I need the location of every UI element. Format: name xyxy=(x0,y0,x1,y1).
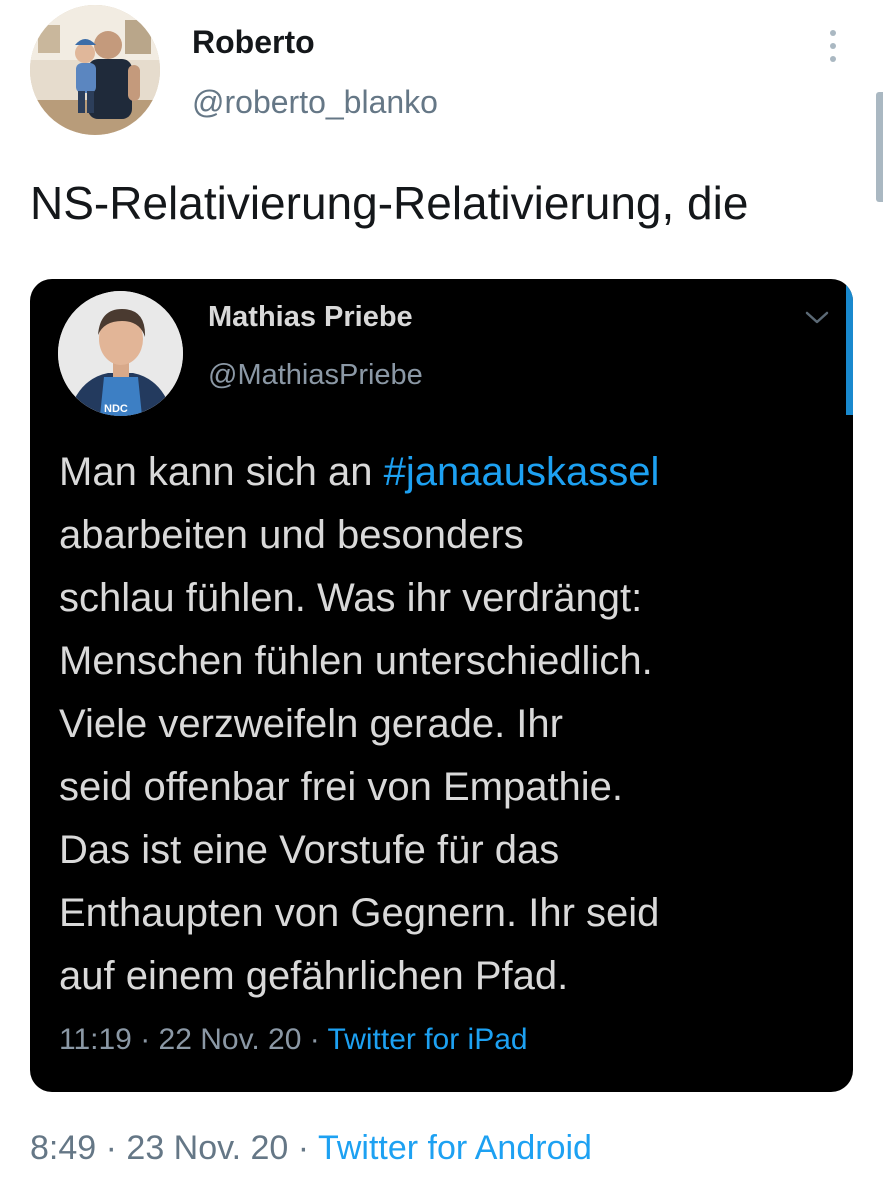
tweet-time[interactable]: 8:49 xyxy=(30,1129,96,1167)
scroll-indicator xyxy=(876,92,883,202)
author-handle[interactable]: @roberto_blanko xyxy=(192,84,438,121)
quoted-text-line: seid offenbar frei von Empathie. xyxy=(59,765,624,809)
quoted-text-line: Man kann sich an #janaauskassel xyxy=(59,441,849,504)
quoted-avatar-photo: NDC xyxy=(58,291,183,416)
quoted-tweet-text: Man kann sich an #janaauskassel abarbeit… xyxy=(59,441,849,1008)
author-name[interactable]: Roberto xyxy=(192,24,315,61)
quoted-author-handle[interactable]: @MathiasPriebe xyxy=(208,359,423,392)
quoted-text-line: Enthaupten von Gegnern. Ihr seid xyxy=(59,891,660,935)
meta-separator: · xyxy=(131,1023,159,1056)
hashtag-link[interactable]: #janaauskassel xyxy=(384,450,660,494)
chevron-down-icon[interactable] xyxy=(804,309,830,327)
tweet-source-link[interactable]: Twitter for Android xyxy=(318,1129,592,1167)
quoted-author-avatar[interactable]: NDC xyxy=(58,291,183,416)
quoted-text-line: abarbeiten und besonders xyxy=(59,513,524,557)
quoted-text-segment: Man kann sich an xyxy=(59,450,384,494)
quoted-author-name[interactable]: Mathias Priebe xyxy=(208,301,413,334)
quoted-tweet-source-link[interactable]: Twitter for iPad xyxy=(328,1023,528,1056)
quoted-text-line: Viele verzweifeln gerade. Ihr xyxy=(59,702,563,746)
quoted-tweet-meta: 11:19 · 22 Nov. 20 · Twitter for iPad xyxy=(59,1023,528,1057)
quoted-tweet-time[interactable]: 11:19 xyxy=(59,1023,132,1056)
quoted-text-line: schlau fühlen. Was ihr verdrängt: xyxy=(59,576,643,620)
quoted-tweet-date[interactable]: 22 Nov. 20 xyxy=(159,1023,302,1056)
svg-text:NDC: NDC xyxy=(104,403,128,415)
quoted-text-line: Menschen fühlen unterschiedlich. xyxy=(59,639,653,683)
quoted-text-line: auf einem gefährlichen Pfad. xyxy=(59,954,569,998)
meta-separator: · xyxy=(288,1129,318,1167)
meta-separator: · xyxy=(301,1023,328,1056)
more-vertical-icon[interactable] xyxy=(826,26,840,66)
tweet-date[interactable]: 23 Nov. 20 xyxy=(126,1129,288,1167)
author-avatar[interactable] xyxy=(30,5,160,135)
tweet-meta: 8:49 · 23 Nov. 20 · Twitter for Android xyxy=(30,1129,592,1168)
avatar-photo xyxy=(30,5,160,135)
meta-separator: · xyxy=(96,1129,127,1167)
quoted-text-line: Das ist eine Vorstufe für das xyxy=(59,828,560,872)
quoted-scroll-indicator xyxy=(846,279,853,415)
quoted-tweet-card[interactable]: NDC Mathias Priebe @MathiasPriebe Man ka… xyxy=(30,279,853,1092)
tweet-text: NS-Relativierung-Relativierung, die xyxy=(30,177,749,229)
